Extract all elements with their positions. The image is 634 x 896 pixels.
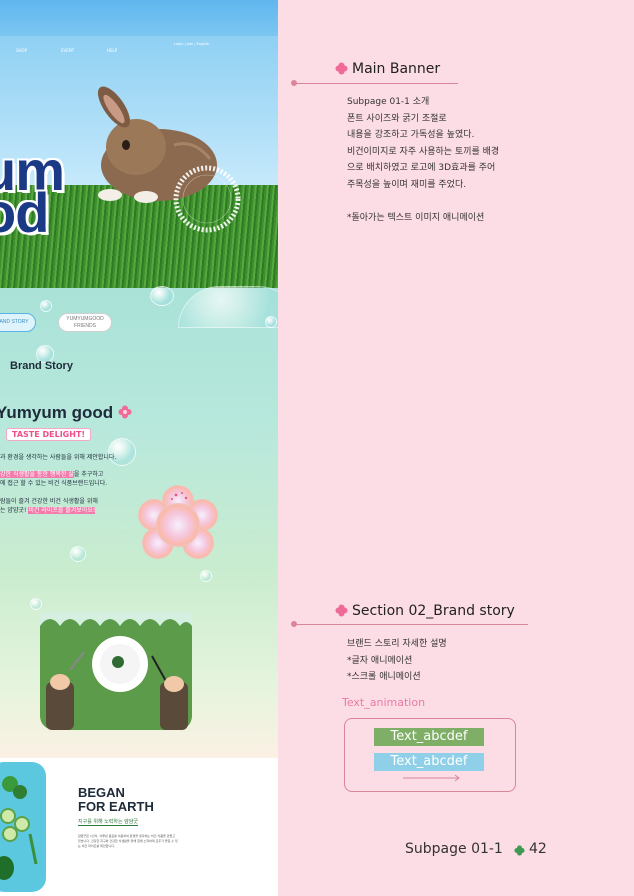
main-banner: SHOP EVENT HELP Login | Join | English u… — [0, 0, 278, 288]
story-line-4: 람들이 즐겨 건강한 비건 식생활을 위해 — [0, 498, 98, 505]
bubble — [30, 598, 42, 610]
story-line-5-head: 는 얌얌굿! — [0, 507, 27, 514]
friends-tab-line-1: YUMYUMGOOD — [66, 316, 104, 322]
brand-story-tab[interactable]: AND STORY — [0, 313, 36, 332]
page-label: Subpage 01-1 — [405, 841, 503, 857]
brand-story-annot-desc: 브랜드 스토리 자세한 설명 *글자 애니메이션 *스크롤 애니메이션 — [347, 639, 447, 682]
bubble — [265, 316, 277, 328]
story-line-3: 에 접근 할 수 있는 비건 식품브랜드입니다. — [0, 480, 108, 487]
text-animation-label: Text_animation — [342, 696, 426, 709]
main-banner-title: Main Banner — [352, 61, 441, 77]
story-line-2-tail: 을 추구하고 — [73, 471, 104, 478]
nav-help[interactable]: HELP — [107, 48, 117, 53]
friends-tab-line-2: FRIENDS — [74, 323, 96, 329]
bubble — [150, 286, 174, 306]
main-banner-desc: Subpage 01-1 소개 폰트 사이즈와 굵기 조절로 내용을 강조하고 … — [347, 97, 500, 223]
earth-title: BEGAN FOR EARTH — [78, 786, 154, 814]
flower-icon — [118, 405, 132, 419]
story-line-5: 는 얌얌굿! 비건 라이프를 즐겨보아요! — [0, 505, 96, 514]
taste-badge: TASTE DELIGHT! — [6, 428, 92, 441]
clover-icon — [514, 845, 525, 856]
story-line-1: 과 환경을 생각하는 사람들을 위해 제안합니다. — [0, 454, 117, 461]
bubble — [40, 300, 52, 312]
nav-shop[interactable]: SHOP — [16, 48, 27, 53]
arrow-right-icon — [403, 774, 460, 782]
nav-event[interactable]: EVENT — [61, 48, 74, 53]
dining-image-card — [40, 612, 192, 730]
rotating-text-ring — [173, 165, 241, 233]
brand-name-text: Yumyum good — [0, 403, 114, 422]
website-screenshot: SHOP EVENT HELP Login | Join | English u… — [0, 0, 278, 896]
nav-util[interactable]: Login | Join | English — [174, 42, 209, 46]
brand-story-annot-title: Section 02_Brand story — [352, 603, 515, 619]
brand-story-title: Brand Story — [10, 360, 73, 372]
story-highlight-2: 비건 라이프를 즐겨보아요! — [28, 507, 96, 514]
annotation-line — [294, 624, 528, 625]
story-line-2: 강한 식생활을 통한 행복한 삶을 추구하고 — [0, 469, 103, 478]
top-nav — [0, 0, 278, 36]
annotation-line — [294, 83, 458, 84]
earth-title-line-2: FOR EARTH — [78, 799, 154, 814]
story-highlight-1: 강한 식생활을 통한 행복한 삶 — [0, 471, 74, 478]
vegetable-illustration — [0, 776, 38, 880]
clover-icon — [335, 62, 348, 75]
bubble — [70, 546, 86, 562]
clover-icon — [335, 604, 348, 617]
earth-body: 얌얌굿은 1인식, 식물성 원료를 이용하여 환경을 생각하는 비건 식품을 만… — [78, 834, 178, 848]
plate-illustration — [40, 612, 192, 730]
page-number: 42 — [529, 841, 547, 857]
vegetable-image — [0, 762, 46, 892]
text-animation-sample-blue: Text_abcdef — [374, 753, 484, 771]
brand-name: Yumyum good — [0, 403, 132, 423]
banner-logo-text: um od — [0, 143, 65, 241]
bubble — [200, 570, 212, 582]
friends-tab[interactable]: YUMYUMGOOD FRIENDS — [58, 313, 112, 332]
earth-subtitle: 지구를 위해 노력하는 얌얌굿 — [78, 819, 138, 826]
earth-title-line-1: BEGAN — [78, 785, 125, 800]
hologram-flower — [138, 485, 218, 559]
text-animation-sample-green: Text_abcdef — [374, 728, 484, 746]
